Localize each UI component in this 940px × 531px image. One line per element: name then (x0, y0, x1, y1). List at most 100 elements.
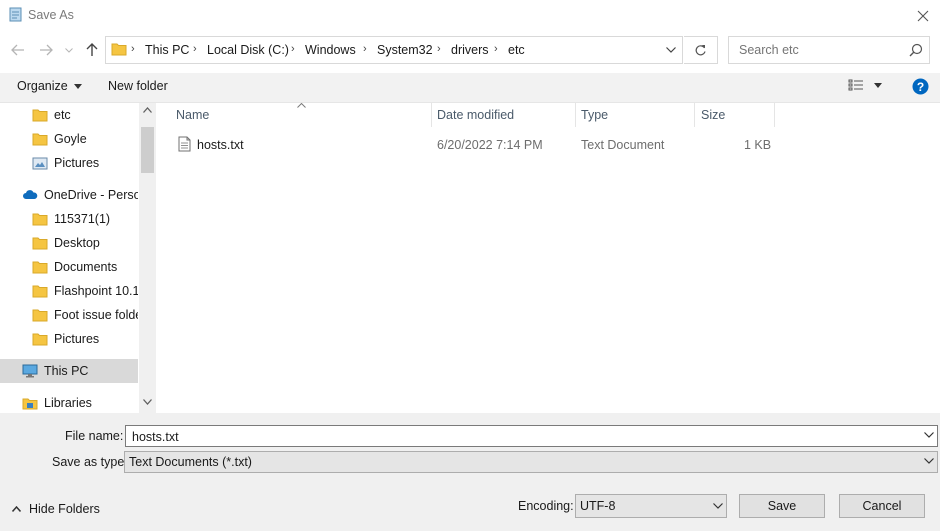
breadcrumb-windows[interactable]: Windows (305, 43, 356, 57)
sidebar-item-label: Flashpoint 10.1 l (54, 284, 138, 298)
sidebar-item-label: Libraries (44, 396, 92, 410)
breadcrumb-separator: › (437, 43, 441, 55)
breadcrumb-separator: › (291, 43, 295, 55)
sidebar-item-onedrive[interactable]: OneDrive - Person (0, 183, 138, 207)
sidebar-item-label: This PC (44, 364, 89, 378)
search-box[interactable] (728, 36, 930, 64)
scrollbar-thumb[interactable] (141, 127, 154, 173)
chevron-down-icon (666, 47, 676, 53)
sidebar-item-documents[interactable]: Documents (0, 255, 138, 279)
encoding-select[interactable]: UTF-8 (575, 494, 727, 518)
notepad-icon (8, 7, 23, 22)
date-modified-cell: 6/20/2022 7:14 PM (437, 138, 543, 152)
encoding-value: UTF-8 (580, 499, 616, 513)
folder-icon (32, 285, 48, 298)
table-row[interactable]: hosts.txt 6/20/2022 7:14 PM Text Documen… (172, 134, 772, 156)
navigation-pane: etc Goyle Pictures OneDrive - Person 115… (0, 103, 138, 413)
title-bar (0, 0, 940, 31)
back-arrow-icon (11, 44, 24, 56)
file-name-cell: hosts.txt (197, 138, 244, 152)
up-button[interactable] (81, 38, 103, 62)
chevron-down-icon (924, 458, 934, 464)
address-bar[interactable]: › This PC › Local Disk (C:) › Windows › … (105, 36, 683, 64)
sidebar-item-desktop[interactable]: Desktop (0, 231, 138, 255)
file-name-input[interactable] (130, 429, 914, 445)
recent-locations-button[interactable] (60, 38, 78, 62)
breadcrumb-system32[interactable]: System32 (377, 43, 433, 57)
change-view-button[interactable] (848, 78, 882, 92)
sidebar-item-libraries[interactable]: Libraries (0, 391, 138, 413)
folder-icon (32, 333, 48, 346)
breadcrumb-separator: › (494, 43, 498, 55)
file-list: Name Date modified Type Size hosts.txt 6… (157, 103, 940, 413)
sidebar-item-foot-issue-folder[interactable]: Foot issue folder (0, 303, 138, 327)
folder-icon (32, 261, 48, 274)
address-history-button[interactable] (658, 36, 684, 64)
chevron-down-icon[interactable] (924, 432, 934, 438)
cancel-button[interactable]: Cancel (839, 494, 925, 518)
column-header-date-modified[interactable]: Date modified (437, 108, 514, 122)
sidebar-item-label: Desktop (54, 236, 100, 250)
column-header-size[interactable]: Size (701, 108, 725, 122)
encoding-label: Encoding: (518, 499, 574, 513)
new-folder-button[interactable]: New folder (108, 79, 168, 93)
onedrive-cloud-icon (23, 190, 38, 199)
type-cell: Text Document (581, 138, 665, 152)
column-divider[interactable] (694, 103, 695, 127)
save-as-type-label: Save as type: (52, 455, 128, 469)
sidebar-item-goyle[interactable]: Goyle (0, 127, 138, 151)
column-divider[interactable] (774, 103, 775, 127)
text-file-icon (178, 136, 191, 152)
save-as-type-value: Text Documents (*.txt) (129, 455, 252, 469)
hide-folders-button[interactable]: Hide Folders (12, 502, 100, 516)
scroll-down-icon[interactable] (143, 399, 152, 405)
refresh-icon (695, 44, 706, 55)
file-name-field[interactable] (125, 425, 938, 447)
organize-button[interactable]: Organize (17, 79, 82, 93)
breadcrumb-etc[interactable]: etc (508, 43, 525, 57)
folder-icon (111, 41, 127, 57)
chevron-up-icon (12, 506, 21, 512)
sidebar-item-label: etc (54, 108, 71, 122)
column-header-type[interactable]: Type (581, 108, 608, 122)
help-icon[interactable]: ? (912, 78, 929, 95)
search-input[interactable] (737, 42, 901, 58)
save-button[interactable]: Save (739, 494, 825, 518)
pictures-folder-icon (32, 157, 48, 170)
chevron-down-icon (65, 47, 73, 53)
sidebar-item-etc[interactable]: etc (0, 103, 138, 127)
sort-ascending-icon (297, 103, 306, 108)
folder-icon (32, 213, 48, 226)
column-header-name[interactable]: Name (176, 108, 209, 122)
hide-folders-label: Hide Folders (29, 502, 100, 516)
breadcrumb-local-disk[interactable]: Local Disk (C:) (207, 43, 289, 57)
sidebar-item-flashpoint[interactable]: Flashpoint 10.1 l (0, 279, 138, 303)
breadcrumb-separator: › (131, 43, 135, 55)
sidebar-item-label: Foot issue folder (54, 308, 138, 322)
save-as-type-select[interactable]: Text Documents (*.txt) (124, 451, 938, 473)
forward-button[interactable] (35, 38, 57, 62)
sidebar-item-label: Documents (54, 260, 118, 274)
svg-text:?: ? (917, 80, 924, 94)
search-icon[interactable] (909, 43, 923, 57)
window-title: Save As (28, 8, 74, 22)
sidebar-scrollbar[interactable] (139, 103, 156, 413)
breadcrumb-separator: › (363, 43, 367, 55)
close-button[interactable] (905, 0, 940, 31)
close-icon (917, 10, 928, 21)
column-divider[interactable] (431, 103, 432, 127)
sidebar-item-pictures[interactable]: Pictures (0, 151, 138, 175)
sidebar-item-this-pc[interactable]: This PC (0, 359, 138, 383)
sidebar-item-label: OneDrive - Person (44, 188, 138, 202)
column-divider[interactable] (575, 103, 576, 127)
scroll-up-icon[interactable] (143, 107, 152, 113)
breadcrumb-drivers[interactable]: drivers (451, 43, 489, 57)
refresh-button[interactable] (684, 36, 718, 64)
back-button[interactable] (7, 38, 29, 62)
folder-icon (32, 237, 48, 250)
sidebar-item-onedrive-pictures[interactable]: Pictures (0, 327, 138, 351)
sidebar-item-label: Pictures (54, 156, 100, 170)
sidebar-item-115371[interactable]: 115371(1) (0, 207, 138, 231)
size-cell: 1 KB (744, 138, 772, 152)
breadcrumb-this-pc[interactable]: This PC (145, 43, 189, 57)
